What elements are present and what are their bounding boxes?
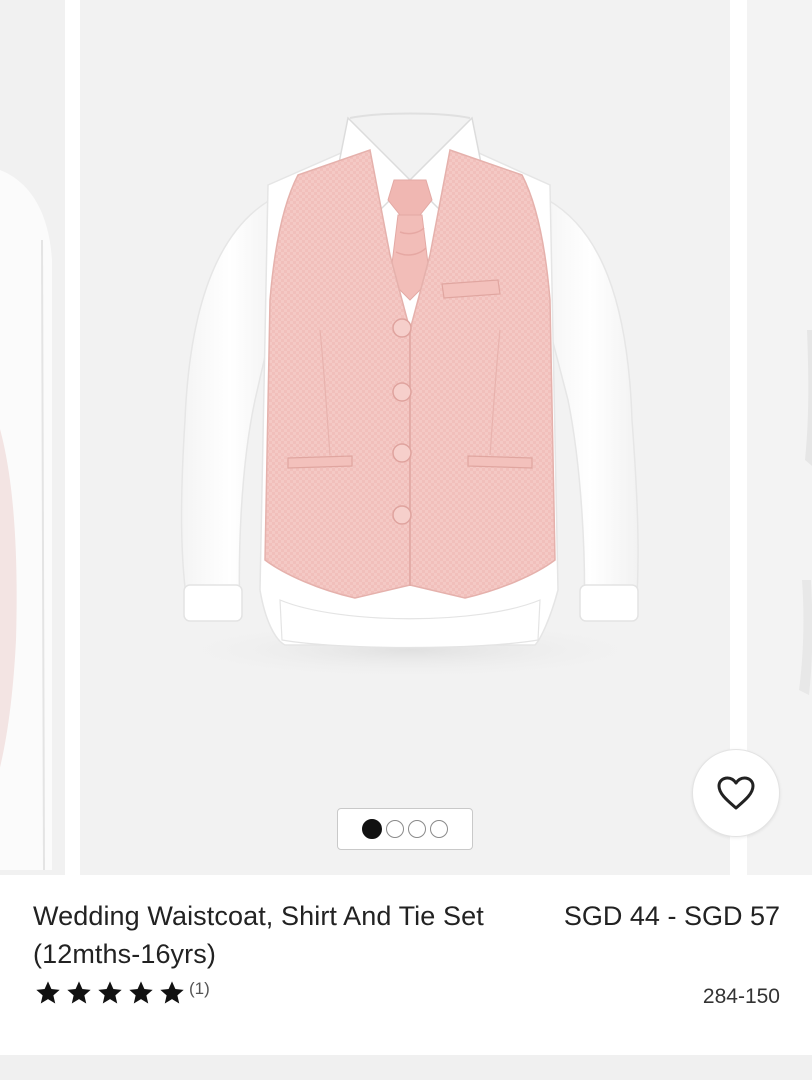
star-icon — [36, 981, 60, 1004]
product-illustration — [80, 0, 730, 875]
star-icon — [67, 981, 91, 1004]
next-slide-image[interactable] — [747, 0, 812, 875]
product-info: Wedding Waistcoat, Shirt And Tie Set (12… — [0, 875, 812, 1080]
previous-slide-image[interactable] — [0, 0, 65, 875]
rating[interactable]: (1) — [33, 979, 210, 1007]
previous-slide-art — [0, 0, 65, 875]
heart-icon — [717, 776, 755, 810]
product-price: SGD 44 - SGD 57 — [563, 901, 780, 931]
favourite-button[interactable] — [692, 749, 780, 837]
product-card-page: Wedding Waistcoat, Shirt And Tie Set (12… — [0, 0, 812, 1080]
section-divider — [0, 1055, 812, 1080]
star-icon — [129, 981, 153, 1004]
carousel-dot-4[interactable] — [430, 820, 448, 838]
main-product-image[interactable] — [80, 0, 730, 875]
carousel-dot-1[interactable] — [362, 819, 382, 839]
star-icon — [160, 981, 184, 1004]
carousel-pagination[interactable] — [337, 808, 473, 850]
item-code: 284-150 — [702, 985, 780, 1008]
carousel-dot-3[interactable] — [408, 820, 426, 838]
star-icon — [98, 981, 122, 1004]
carousel-dot-2[interactable] — [386, 820, 404, 838]
star-rating — [33, 979, 187, 1007]
review-count[interactable]: (1) — [189, 979, 210, 999]
product-title[interactable]: Wedding Waistcoat, Shirt And Tie Set (12… — [33, 897, 553, 973]
next-slide-art — [747, 0, 812, 875]
image-carousel[interactable] — [0, 0, 812, 875]
